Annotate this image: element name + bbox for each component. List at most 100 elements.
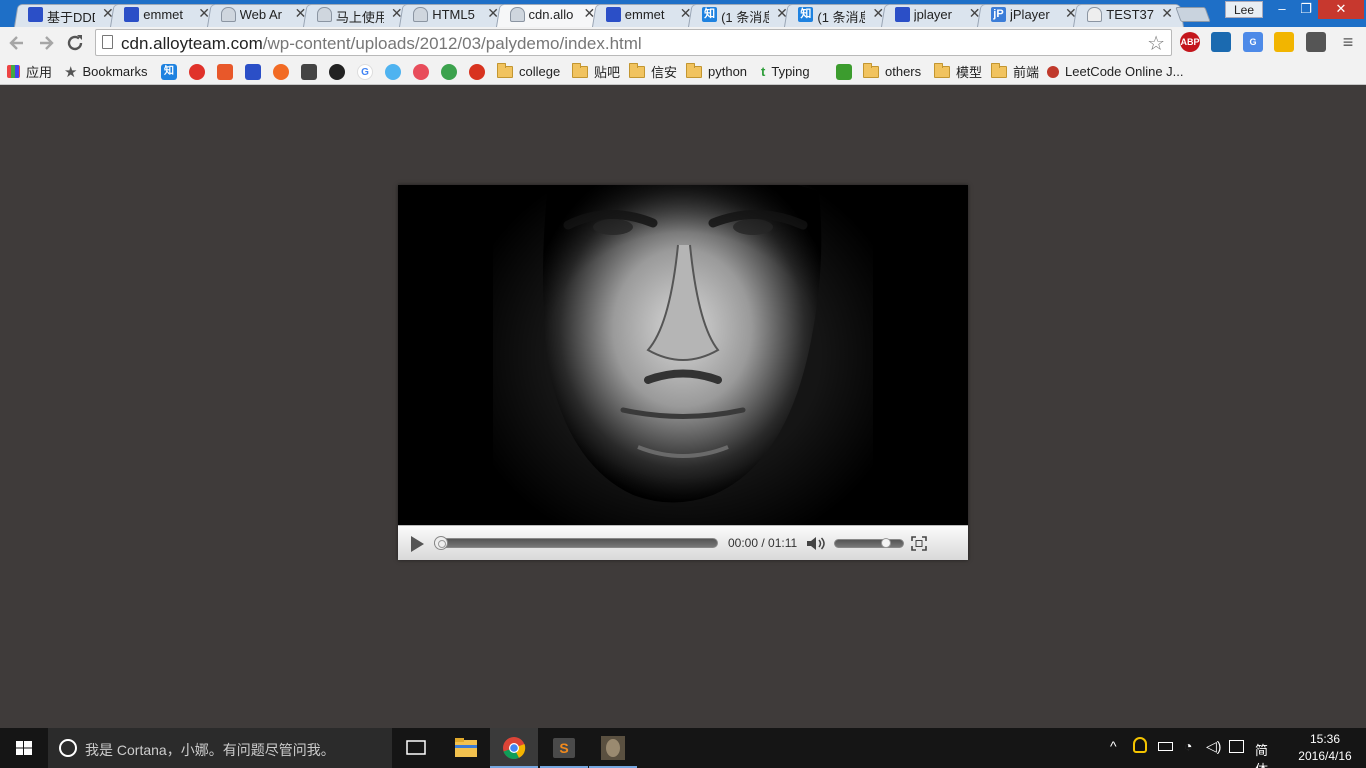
bookmark-label: Bookmarks	[82, 64, 148, 79]
wifi-icon[interactable]: ◔	[1184, 738, 1192, 754]
volume-icon[interactable]	[806, 535, 826, 552]
url-text[interactable]: cdn.alloyteam.com/wp-content/uploads/201…	[121, 34, 642, 54]
browser-tab[interactable]: emmet ✕	[591, 2, 703, 28]
bookmark-bilibili-icon[interactable]	[301, 64, 317, 80]
bookmark-target-icon[interactable]	[413, 64, 429, 80]
taskbar-photo-app[interactable]	[589, 728, 637, 768]
windows-logo-icon	[16, 741, 32, 755]
bookmark-snowflake-icon[interactable]	[385, 64, 401, 80]
evernote-icon[interactable]	[1306, 32, 1326, 52]
duration: 01:11	[768, 536, 798, 550]
bookmark-label: LeetCode Online J...	[1065, 64, 1184, 79]
bookmark-weibo-icon[interactable]	[189, 64, 205, 80]
browser-tab[interactable]: emmet ✕	[110, 2, 222, 28]
browser-tab[interactable]: cdn.allo ✕	[495, 2, 607, 28]
bookmark-folder-moxing[interactable]: 模型	[934, 62, 982, 81]
bookmark-bookmarks[interactable]: ★ Bookmarks	[64, 62, 147, 81]
sublime-text-icon: S	[553, 738, 575, 758]
minimize-button[interactable]: –	[1270, 0, 1294, 19]
action-center-icon[interactable]	[1229, 740, 1244, 753]
zhihu-icon: 知	[798, 7, 814, 22]
browser-tab[interactable]: jplayer ✕	[880, 2, 992, 28]
bookmark-star-icon[interactable]: ☆	[1147, 31, 1165, 56]
bookmark-apps[interactable]: 应用	[7, 62, 52, 81]
tray-expand-icon[interactable]: ^	[1110, 738, 1117, 754]
browser-tab[interactable]: 基于DDD✕	[14, 2, 125, 28]
bookmark-typing[interactable]: t Typing	[761, 62, 810, 81]
bookmark-github-icon[interactable]	[329, 64, 345, 80]
bookmark-google-icon[interactable]: G	[357, 64, 373, 80]
close-window-button[interactable]: ✕	[1318, 0, 1364, 19]
cortana-search-box[interactable]: 我是 Cortana，小娜。有问题尽管问我。	[48, 728, 392, 768]
video-frame[interactable]	[398, 185, 968, 525]
bookmark-label: 应用	[26, 65, 53, 80]
taskbar-chrome[interactable]	[490, 728, 538, 768]
extension-blue-book-icon[interactable]	[1211, 32, 1231, 52]
fullscreen-icon[interactable]	[911, 536, 927, 551]
bookmark-folder-python[interactable]: python	[686, 62, 747, 81]
bookmark-folder-qianduan[interactable]: 前端	[991, 62, 1039, 81]
taskbar-sublime-text[interactable]: S	[540, 728, 588, 768]
task-view-icon	[406, 740, 426, 755]
volume-slider[interactable]	[834, 539, 904, 548]
profile-button[interactable]: Lee	[1225, 1, 1263, 18]
star-icon: ★	[64, 63, 78, 81]
battery-icon[interactable]	[1158, 742, 1173, 751]
bookmark-baidu-icon[interactable]	[245, 64, 261, 80]
url-path: /wp-content/uploads/2012/03/palydemo/ind…	[262, 34, 642, 53]
reload-icon	[67, 35, 83, 51]
svg-text:S: S	[559, 740, 568, 756]
restore-button[interactable]: ❐	[1294, 0, 1318, 19]
folder-icon	[934, 62, 950, 78]
bookmark-zhihu-icon[interactable]: 知	[161, 64, 177, 80]
ghost-icon	[509, 7, 525, 22]
task-view-button[interactable]	[392, 728, 440, 768]
browser-tab[interactable]: TEST37 ✕	[1073, 2, 1185, 28]
seek-handle[interactable]	[434, 536, 448, 550]
menu-icon[interactable]: ≡	[1338, 32, 1358, 52]
seek-bar[interactable]	[434, 538, 718, 548]
bookmark-label: python	[708, 64, 748, 79]
browser-tab[interactable]: 知 (1 条消息 ✕	[688, 2, 800, 28]
qq-tray-icon[interactable]	[1133, 737, 1147, 753]
back-button[interactable]	[6, 32, 28, 54]
bookmark-mic-icon[interactable]	[441, 64, 457, 80]
taskbar-clock[interactable]: 15:36 2016/4/16	[1290, 731, 1360, 765]
bookmark-taobao-icon[interactable]	[217, 64, 233, 80]
browser-tab[interactable]: 马上使用 ✕	[302, 2, 414, 28]
taskbar-file-explorer[interactable]	[442, 728, 490, 768]
google-translate-icon[interactable]: G	[1243, 32, 1263, 52]
extension-grid-icon[interactable]	[1274, 32, 1294, 52]
browser-tab[interactable]: 知 (1 条消息 ✕	[784, 2, 896, 28]
player-controls: 00:00 / 01:11	[398, 525, 968, 560]
play-button[interactable]	[411, 536, 424, 552]
reload-button[interactable]	[64, 32, 86, 54]
start-button[interactable]	[0, 728, 48, 768]
forward-button[interactable]	[35, 32, 57, 54]
bookmark-red-icon[interactable]	[469, 64, 485, 80]
bookmark-face-icon[interactable]	[273, 64, 289, 80]
ghost-icon	[413, 7, 429, 22]
tab-title: 基于DDD	[47, 10, 95, 25]
adblock-extension-icon[interactable]: ABP	[1180, 32, 1200, 52]
address-bar[interactable]: cdn.alloyteam.com/wp-content/uploads/201…	[95, 29, 1172, 56]
browser-tab[interactable]: HTML5 ✕	[399, 2, 511, 28]
ime-indicator[interactable]: 简体	[1255, 740, 1268, 768]
time-display: 00:00 / 01:11	[728, 536, 797, 550]
tab-title: (1 条消息	[721, 10, 770, 25]
chrome-icon	[503, 737, 526, 760]
bookmark-folder-xinan[interactable]: 信安	[629, 62, 677, 81]
tab-close-icon[interactable]: ✕	[1161, 5, 1173, 22]
speaker-icon[interactable]: ◁)	[1206, 738, 1221, 755]
bookmark-leetcode[interactable]: LeetCode Online J...	[1047, 62, 1184, 81]
volume-handle[interactable]	[880, 538, 891, 548]
browser-tab[interactable]: Web Ar ✕	[206, 2, 318, 28]
bookmark-label: 贴吧	[594, 65, 621, 80]
bookmark-folder-college[interactable]: college	[497, 62, 560, 81]
bookmark-folder-tieba[interactable]: 贴吧	[572, 62, 620, 81]
new-tab-button[interactable]	[1175, 7, 1211, 22]
browser-tab[interactable]: jP jPlayer ✕	[977, 2, 1088, 28]
bookmark-green-icon[interactable]	[836, 64, 852, 80]
bookmark-folder-others[interactable]: others	[863, 62, 921, 81]
leetcode-icon	[1047, 65, 1059, 78]
